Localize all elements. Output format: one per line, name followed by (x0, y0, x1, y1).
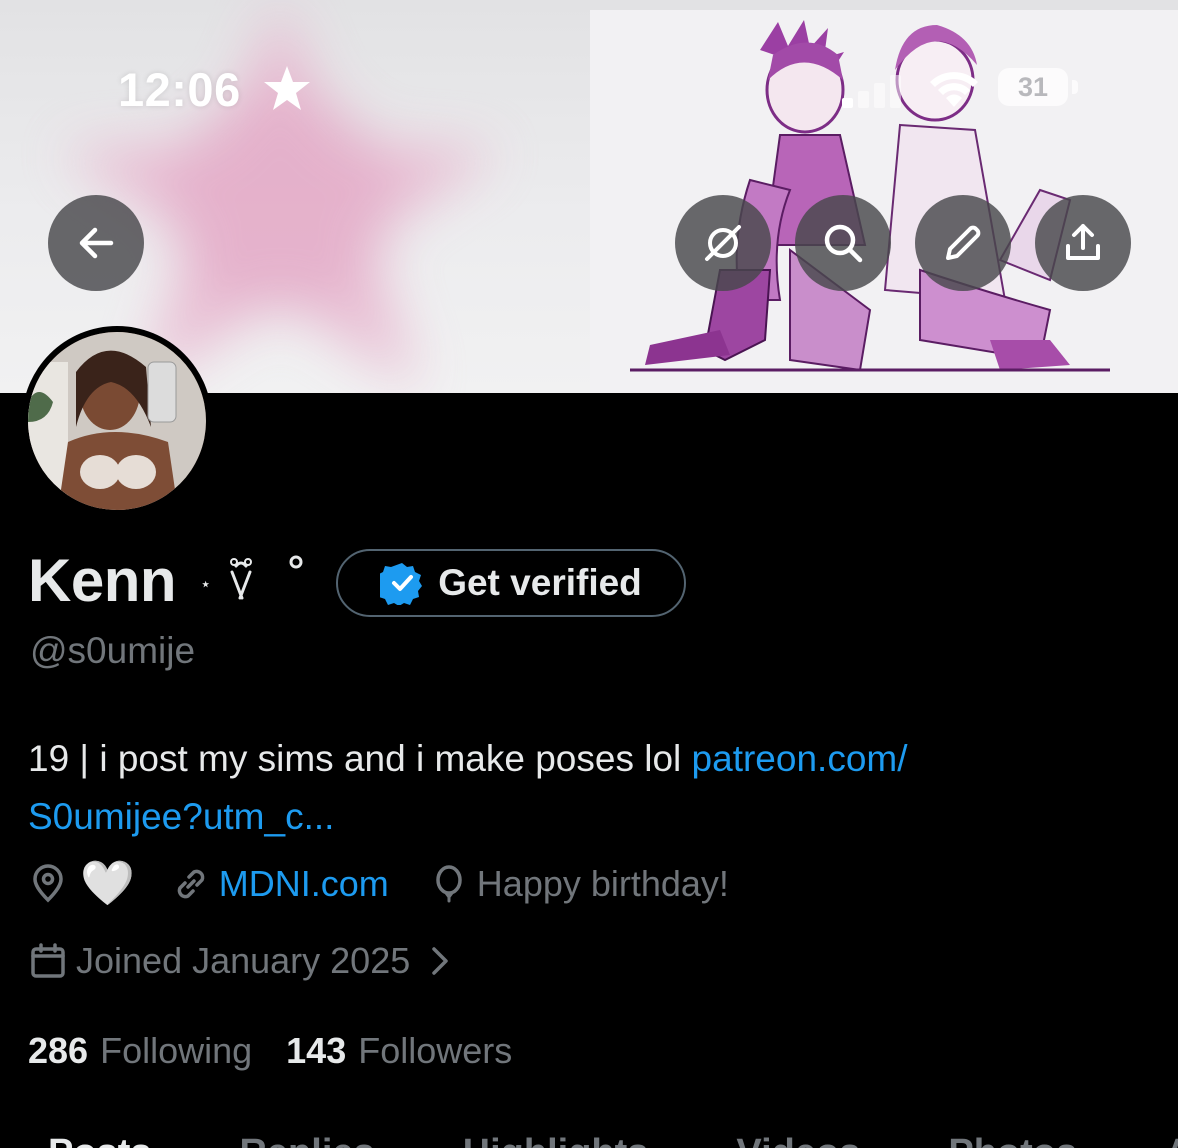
username-handle: @s0umije (30, 630, 196, 671)
profile-tabs: Posts Replies Highlights Videos Photos A… (0, 1132, 1178, 1148)
cellular-signal-icon (842, 75, 901, 108)
profile-page: 12:06 31 Kenn ⋆ Get verified @s0umije 19… (0, 0, 1178, 1148)
battery-indicator: 31 (998, 68, 1068, 106)
profile-meta-row: 🤍 MDNI.com Happy birthday! (28, 862, 729, 906)
share-icon (1066, 224, 1100, 260)
following-count: 286 (28, 1030, 89, 1071)
profile-avatar[interactable] (22, 326, 212, 516)
link-icon (177, 869, 205, 899)
get-verified-label: Get verified (438, 562, 642, 603)
pencil-icon (946, 225, 981, 260)
joined-row[interactable]: Joined January 2025 (28, 940, 460, 982)
balloon-icon (436, 865, 462, 903)
status-time: 12:06 (118, 63, 241, 116)
get-verified-button[interactable]: Get verified (336, 549, 686, 617)
profile-banner[interactable]: 12:06 31 (0, 0, 1178, 393)
back-button[interactable] (48, 195, 144, 291)
following-stat[interactable]: 286 Following (28, 1030, 252, 1072)
battery-nub (1072, 80, 1078, 94)
verified-badge-icon (380, 563, 423, 605)
followers-label: Followers (358, 1030, 513, 1071)
svg-text:⋆: ⋆ (200, 574, 211, 595)
following-label: Following (100, 1030, 253, 1071)
tab-videos[interactable]: Videos (736, 1132, 860, 1148)
calendar-icon (31, 943, 65, 978)
tab-replies[interactable]: Replies (239, 1132, 374, 1148)
avatar-photo (28, 332, 206, 510)
chevron-right-icon (432, 947, 448, 975)
tab-photos[interactable]: Photos (948, 1132, 1077, 1148)
location-pin-icon (33, 864, 63, 903)
birthday-text: Happy birthday! (476, 863, 729, 904)
focus-star-icon (264, 66, 310, 110)
website-link[interactable]: MDNI.com (219, 863, 389, 905)
search-button[interactable] (795, 195, 891, 291)
bio-text: 19 | i post my sims and i make poses lol (28, 738, 692, 779)
bio-link-line1: patreon.com/ (691, 738, 908, 779)
back-arrow-icon (79, 227, 114, 259)
grok-button[interactable] (675, 195, 771, 291)
share-button[interactable] (1035, 195, 1131, 291)
wifi-icon (930, 72, 978, 107)
edit-profile-button[interactable] (915, 195, 1011, 291)
location-text: 🤍 (80, 859, 135, 908)
profile-bio: 19 | i post my sims and i make poses lol… (28, 730, 1138, 846)
followers-count: 143 (286, 1030, 347, 1071)
display-name: Kenn (28, 547, 177, 614)
joined-date: Joined January 2025 (76, 940, 411, 981)
followers-stat[interactable]: 143 Followers (286, 1030, 512, 1072)
tab-articles[interactable]: Articles (1165, 1132, 1178, 1148)
tab-highlights[interactable]: Highlights (463, 1132, 649, 1148)
bio-link-line2: S0umijee?utm_c... (28, 796, 335, 837)
tab-posts[interactable]: Posts (48, 1132, 151, 1148)
name-decoration-icon: ⋆ (200, 555, 303, 600)
search-icon (824, 224, 863, 263)
grok-icon (705, 225, 741, 261)
follow-stats: 286 Following 143 Followers (28, 1030, 546, 1072)
